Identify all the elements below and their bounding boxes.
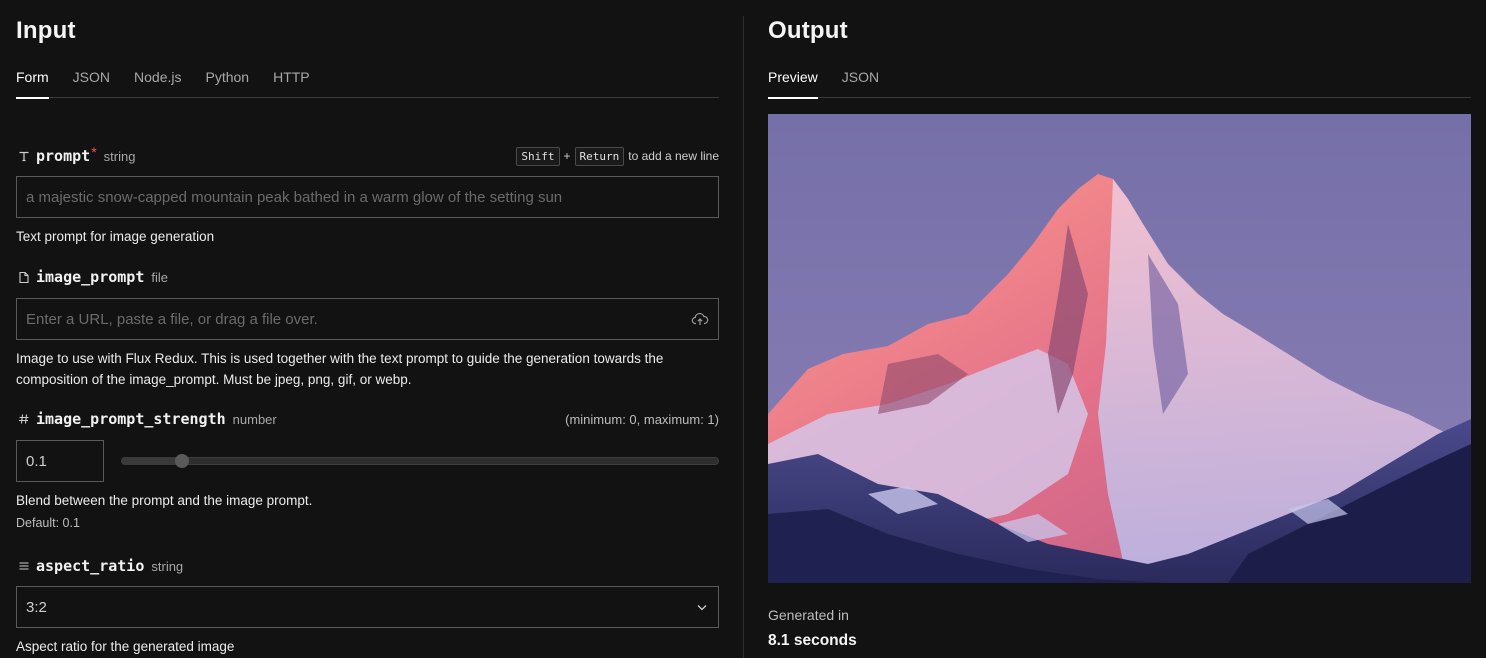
prompt-field-header: prompt * string Shift + Return to add a … [16,144,719,166]
aspect-ratio-field-header: aspect_ratio string [16,556,719,576]
strength-slider[interactable] [121,454,719,468]
text-type-icon [17,149,31,163]
cloud-upload-icon[interactable] [691,310,709,328]
tab-output-json[interactable]: JSON [842,68,879,98]
strength-slider-thumb[interactable] [174,454,189,468]
required-marker: * [91,144,97,160]
prompt-placeholder: a majestic snow-capped mountain peak bat… [26,188,563,206]
image-prompt-input[interactable]: Enter a URL, paste a file, or drag a fil… [16,298,719,340]
strength-default: Default: 0.1 [16,516,80,530]
image-prompt-field-type: file [151,269,168,285]
prompt-description: Text prompt for image generation [16,229,215,244]
tab-nodejs[interactable]: Node.js [134,68,181,98]
aspect-ratio-select[interactable]: 3:2 [16,586,719,628]
output-tabs: Preview JSON [768,68,1471,99]
aspect-ratio-field-type: string [151,558,184,574]
input-title: Input [16,17,76,44]
strength-slider-fill [122,457,182,465]
aspect-ratio-selected: 3:2 [26,598,47,616]
shift-key: Shift [516,146,560,166]
tab-preview[interactable]: Preview [768,68,818,99]
image-prompt-description: Image to use with Flux Redux. This is us… [16,351,664,387]
prompt-field-name: prompt [36,147,91,165]
app-root: Input Form JSON Node.js Python HTTP prom… [0,0,1486,658]
chevron-down-icon [697,605,707,611]
tab-json[interactable]: JSON [73,68,110,98]
hint-plus: + [563,149,571,163]
hint-text: to add a new line [628,149,719,163]
image-prompt-field-header: image_prompt file [16,267,719,287]
strength-field-name: image_prompt_strength [36,410,226,428]
mountain-image [768,114,1471,583]
prompt-input[interactable]: a majestic snow-capped mountain peak bat… [16,176,719,218]
tab-form[interactable]: Form [16,68,49,99]
image-prompt-field-name: image_prompt [36,268,145,286]
strength-field-type: number [232,411,277,427]
aspect-ratio-field-name: aspect_ratio [36,557,145,575]
return-key: Return [574,146,625,166]
newline-hint: Shift + Return to add a new line [516,146,719,166]
strength-field-header: image_prompt_strength number (minimum: 0… [16,409,719,429]
aspect-ratio-description: Aspect ratio for the generated image [16,639,235,654]
tab-python[interactable]: Python [205,68,249,98]
image-prompt-placeholder: Enter a URL, paste a file, or drag a fil… [26,310,318,328]
hash-icon [17,412,31,426]
output-title: Output [768,17,848,44]
prompt-field-type: string [103,148,136,164]
strength-value: 0.1 [26,452,47,470]
input-tabs: Form JSON Node.js Python HTTP [16,68,719,99]
input-panel: Input Form JSON Node.js Python HTTP prom… [16,0,719,658]
generated-in-label: Generated in [768,607,849,623]
output-panel: Output Preview JSON Generated in 8.1 sec… [768,0,1471,658]
list-icon [17,559,31,573]
file-icon [17,270,31,284]
generated-in-value: 8.1 seconds [768,632,857,649]
tab-http[interactable]: HTTP [273,68,310,98]
strength-description: Blend between the prompt and the image p… [16,493,313,508]
panel-divider [743,16,744,658]
strength-number-input[interactable]: 0.1 [16,440,104,482]
strength-range-note: (minimum: 0, maximum: 1) [565,411,719,427]
generated-image[interactable] [768,114,1471,583]
